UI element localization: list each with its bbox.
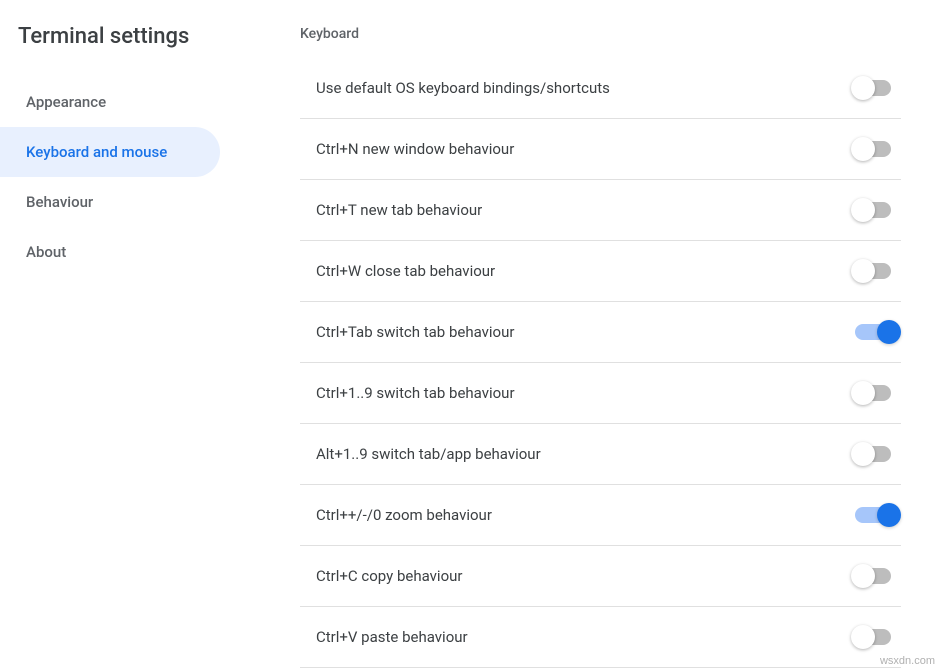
setting-row-default-os-bindings: Use default OS keyboard bindings/shortcu… <box>300 58 901 119</box>
toggle-thumb <box>877 320 901 344</box>
toggle-thumb <box>877 503 901 527</box>
toggle-ctrl-zoom[interactable] <box>851 503 901 527</box>
setting-label: Ctrl++/-/0 zoom behaviour <box>316 506 492 524</box>
toggle-thumb <box>851 442 875 466</box>
sidebar-item-label: Keyboard and mouse <box>26 143 167 161</box>
sidebar-item-behaviour[interactable]: Behaviour <box>0 177 220 227</box>
setting-label: Ctrl+Tab switch tab behaviour <box>316 323 514 341</box>
sidebar-item-label: About <box>26 243 66 261</box>
watermark: wsxdn.com <box>880 655 935 667</box>
toggle-thumb <box>851 564 875 588</box>
setting-row-ctrl-c: Ctrl+C copy behaviour <box>300 546 901 607</box>
setting-label: Ctrl+T new tab behaviour <box>316 201 482 219</box>
toggle-thumb <box>851 198 875 222</box>
toggle-thumb <box>851 381 875 405</box>
main-content: Keyboard Use default OS keyboard binding… <box>250 0 941 671</box>
setting-row-ctrl-t: Ctrl+T new tab behaviour <box>300 180 901 241</box>
toggle-ctrl-1-9[interactable] <box>851 381 901 405</box>
setting-row-ctrl-tab: Ctrl+Tab switch tab behaviour <box>300 302 901 363</box>
page-title: Terminal settings <box>0 24 250 77</box>
toggle-ctrl-w[interactable] <box>851 259 901 283</box>
toggle-alt-1-9[interactable] <box>851 442 901 466</box>
sidebar-item-label: Behaviour <box>26 193 93 211</box>
toggle-ctrl-v[interactable] <box>851 625 901 649</box>
toggle-default-os-bindings[interactable] <box>851 76 901 100</box>
sidebar-item-keyboard-and-mouse[interactable]: Keyboard and mouse <box>0 127 220 177</box>
setting-label: Ctrl+W close tab behaviour <box>316 262 495 280</box>
setting-label: Ctrl+V paste behaviour <box>316 628 468 646</box>
section-header: Keyboard <box>300 26 901 42</box>
sidebar-item-about[interactable]: About <box>0 227 220 277</box>
toggle-thumb <box>851 259 875 283</box>
setting-row-ctrl-v: Ctrl+V paste behaviour <box>300 607 901 668</box>
sidebar-nav: Appearance Keyboard and mouse Behaviour … <box>0 77 250 277</box>
toggle-ctrl-tab[interactable] <box>851 320 901 344</box>
setting-label: Ctrl+C copy behaviour <box>316 567 462 585</box>
toggle-thumb <box>851 137 875 161</box>
setting-row-ctrl-n: Ctrl+N new window behaviour <box>300 119 901 180</box>
toggle-thumb <box>851 76 875 100</box>
setting-label: Use default OS keyboard bindings/shortcu… <box>316 79 610 97</box>
setting-label: Ctrl+1..9 switch tab behaviour <box>316 384 515 402</box>
sidebar: Terminal settings Appearance Keyboard an… <box>0 0 250 671</box>
setting-row-ctrl-1-9: Ctrl+1..9 switch tab behaviour <box>300 363 901 424</box>
toggle-ctrl-c[interactable] <box>851 564 901 588</box>
toggle-ctrl-n[interactable] <box>851 137 901 161</box>
toggle-ctrl-t[interactable] <box>851 198 901 222</box>
setting-label: Alt+1..9 switch tab/app behaviour <box>316 445 541 463</box>
sidebar-item-appearance[interactable]: Appearance <box>0 77 220 127</box>
sidebar-item-label: Appearance <box>26 93 106 111</box>
settings-container: Terminal settings Appearance Keyboard an… <box>0 0 941 671</box>
setting-label: Ctrl+N new window behaviour <box>316 140 514 158</box>
toggle-thumb <box>851 625 875 649</box>
setting-row-alt-1-9: Alt+1..9 switch tab/app behaviour <box>300 424 901 485</box>
setting-row-ctrl-w: Ctrl+W close tab behaviour <box>300 241 901 302</box>
setting-row-ctrl-zoom: Ctrl++/-/0 zoom behaviour <box>300 485 901 546</box>
